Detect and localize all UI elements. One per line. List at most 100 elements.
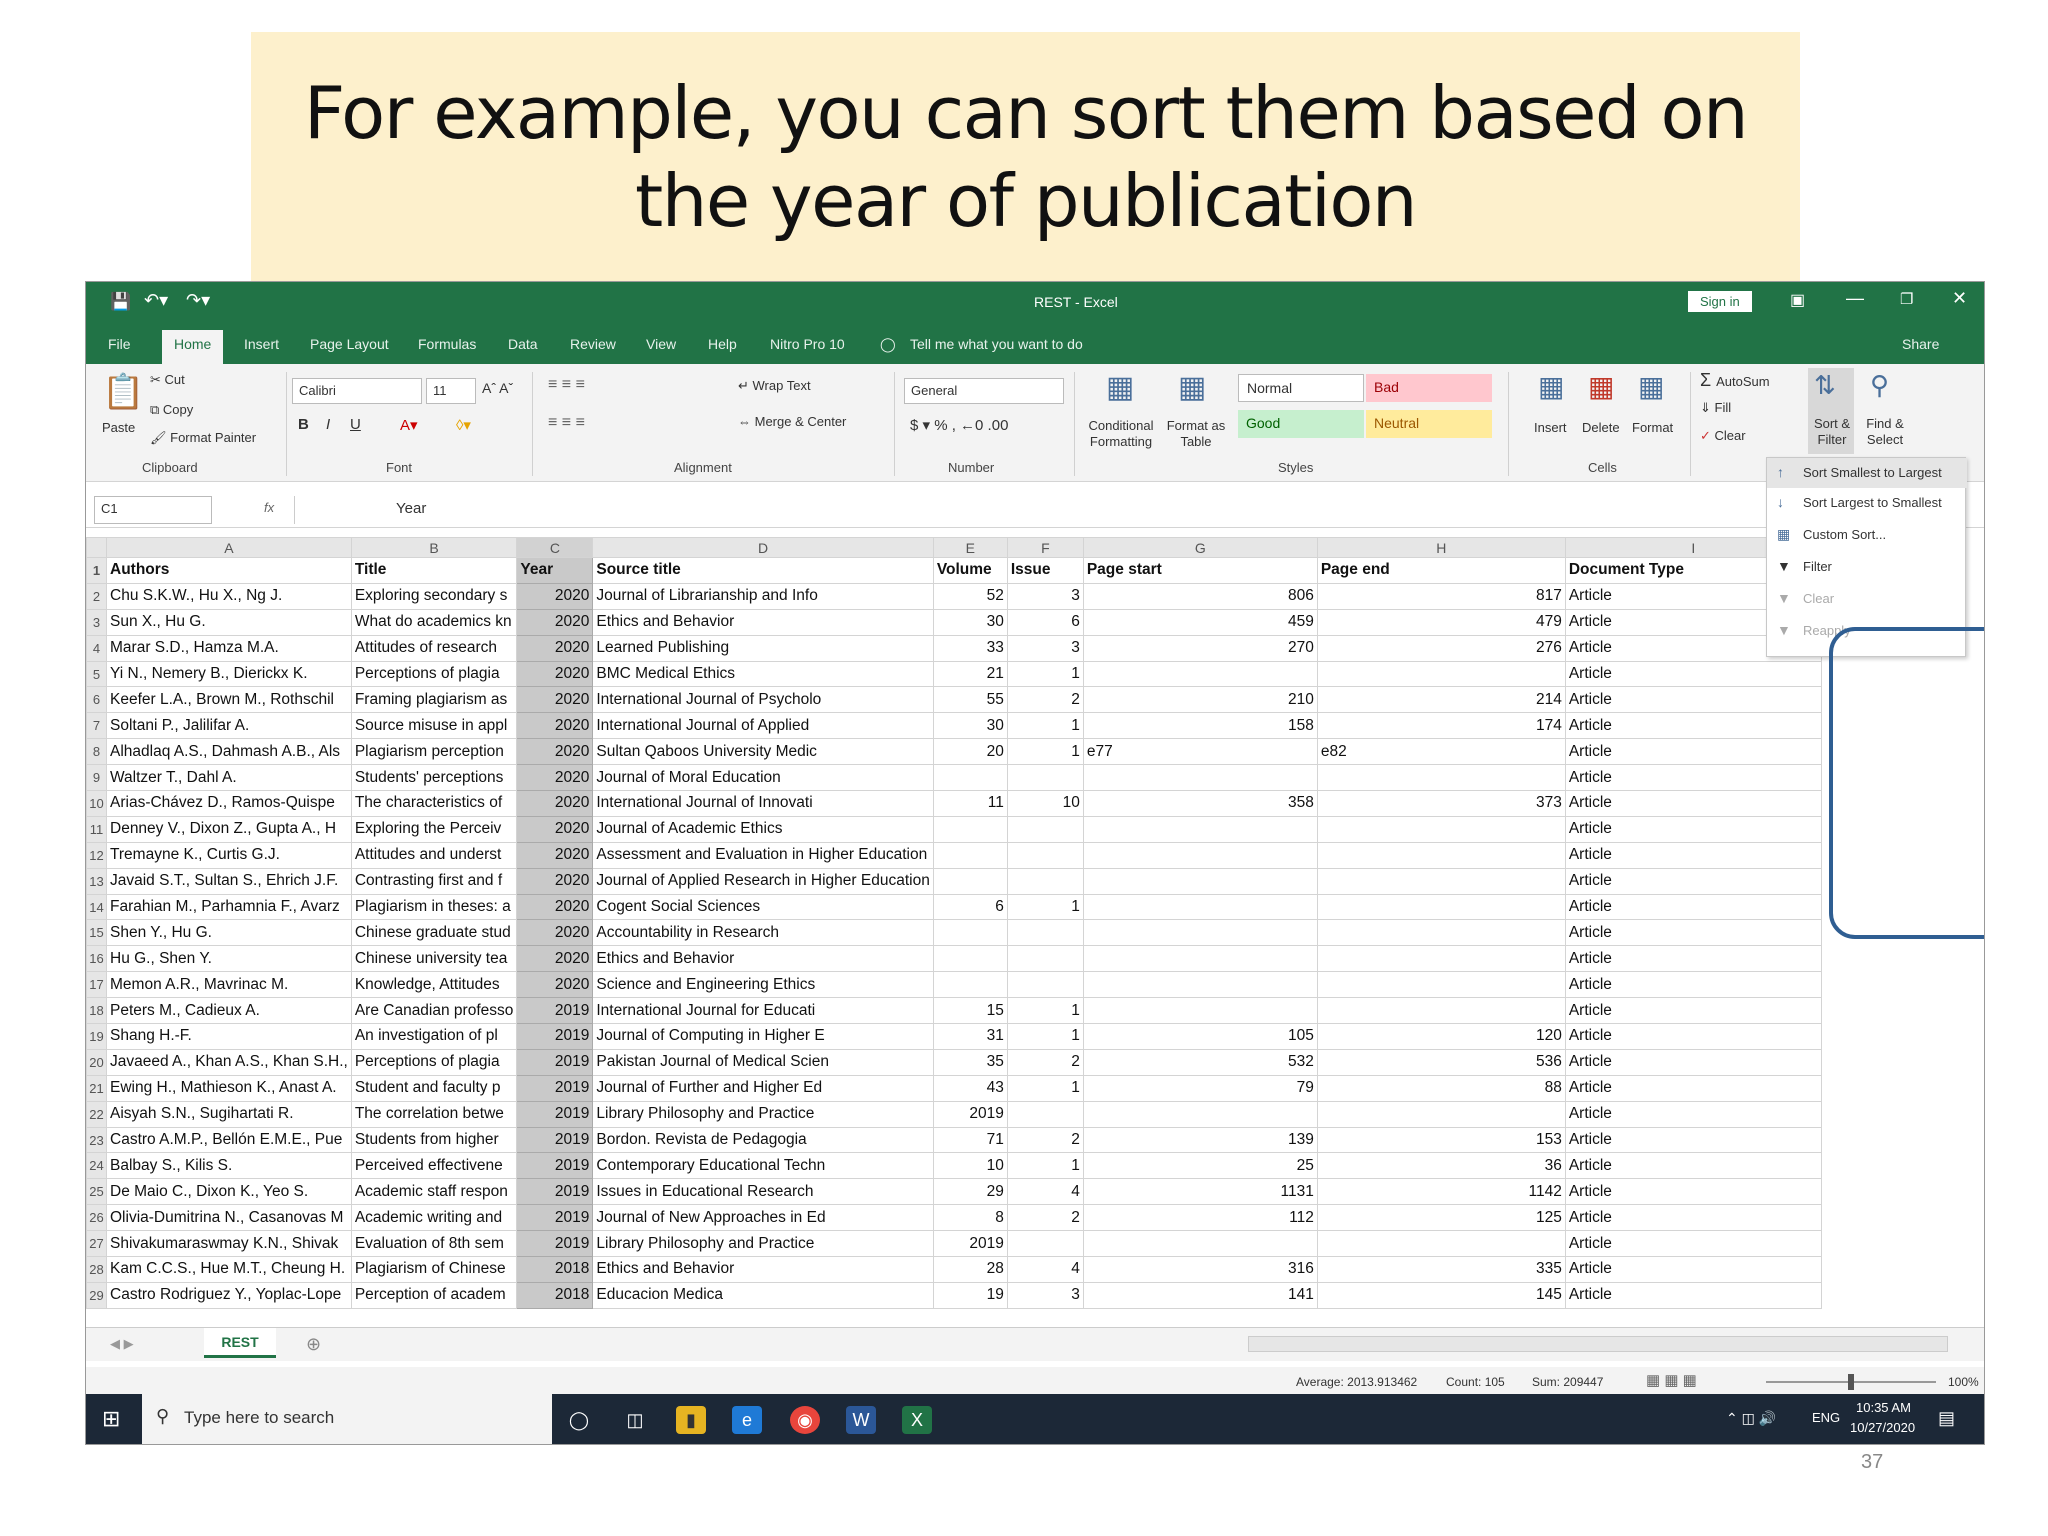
- cell[interactable]: [1082, 764, 1318, 792]
- row-number[interactable]: 29: [86, 1281, 107, 1309]
- cell[interactable]: Ethics and Behavior: [592, 1256, 934, 1283]
- row-number[interactable]: 4: [86, 634, 107, 662]
- row-number[interactable]: 13: [86, 867, 107, 895]
- underline-button[interactable]: U: [350, 416, 361, 433]
- formula-input[interactable]: Year: [396, 500, 426, 517]
- cell[interactable]: 30: [932, 608, 1008, 636]
- cell[interactable]: 806: [1082, 582, 1318, 610]
- font-color-icon[interactable]: A▾: [400, 416, 418, 434]
- cell[interactable]: Tremayne K., Curtis G.J.: [106, 841, 352, 869]
- cell[interactable]: International Journal of Psycholo: [592, 686, 934, 714]
- menu-sort-asc[interactable]: ↑ Sort Smallest to Largest: [1767, 458, 1967, 488]
- cell[interactable]: Bordon. Revista de Pedagogia: [592, 1126, 934, 1154]
- cell[interactable]: Are Canadian professo: [350, 997, 518, 1025]
- cell[interactable]: 1: [1006, 893, 1084, 921]
- cell[interactable]: Article: [1564, 738, 1822, 766]
- cell[interactable]: [1082, 893, 1318, 921]
- cell[interactable]: Chinese graduate stud: [350, 919, 518, 947]
- cell[interactable]: [1006, 1230, 1084, 1258]
- cell[interactable]: 1142: [1316, 1178, 1566, 1206]
- zoom-slider-thumb[interactable]: [1848, 1374, 1854, 1390]
- insert-cells-button[interactable]: Insert: [1534, 420, 1567, 435]
- cell[interactable]: International Journal of Applied: [592, 712, 934, 740]
- cell[interactable]: Issues in Educational Research: [592, 1178, 934, 1206]
- cell[interactable]: Balbay S., Kilis S.: [106, 1152, 352, 1180]
- column-header[interactable]: E: [932, 537, 1008, 558]
- cell[interactable]: Article: [1564, 841, 1822, 869]
- save-icon[interactable]: 💾: [110, 292, 131, 312]
- cell[interactable]: Contemporary Educational Techn: [592, 1152, 934, 1180]
- cell[interactable]: Cogent Social Sciences: [592, 893, 934, 921]
- excel-icon[interactable]: X: [902, 1406, 932, 1434]
- row-number[interactable]: 15: [86, 919, 107, 947]
- cell[interactable]: Perceptions of plagia: [350, 660, 518, 688]
- header-cell[interactable]: Year: [516, 557, 594, 584]
- header-cell[interactable]: Volume: [932, 557, 1008, 584]
- cell[interactable]: Olivia-Dumitrina N., Casanovas M: [106, 1204, 352, 1232]
- row-number[interactable]: 18: [86, 997, 107, 1025]
- cell[interactable]: [932, 841, 1008, 869]
- cell[interactable]: 1: [1006, 997, 1084, 1025]
- notifications-icon[interactable]: ▤: [1938, 1408, 1955, 1429]
- cell[interactable]: 28: [932, 1256, 1008, 1283]
- cell[interactable]: Soltani P., Jalilifar A.: [106, 712, 352, 740]
- cell[interactable]: [1316, 815, 1566, 843]
- sheet-tab-rest[interactable]: REST: [204, 1328, 276, 1358]
- cell[interactable]: 2: [1006, 1126, 1084, 1154]
- cell[interactable]: 2020: [516, 634, 594, 662]
- cell[interactable]: 2020: [516, 764, 594, 792]
- cell[interactable]: Student and faculty p: [350, 1074, 518, 1102]
- cell[interactable]: Article: [1564, 1178, 1822, 1206]
- cell[interactable]: 335: [1316, 1256, 1566, 1283]
- cell[interactable]: [1006, 815, 1084, 843]
- cell[interactable]: Journal of Librarianship and Info: [592, 582, 934, 610]
- style-bad[interactable]: Bad: [1366, 374, 1492, 402]
- cell[interactable]: Castro A.M.P., Bellón E.M.E., Pue: [106, 1126, 352, 1154]
- cell[interactable]: Journal of Computing in Higher E: [592, 1023, 934, 1050]
- cell[interactable]: 1131: [1082, 1178, 1318, 1206]
- ribbon-display-icon[interactable]: ▣: [1790, 290, 1805, 310]
- cell[interactable]: [1082, 945, 1318, 973]
- cell[interactable]: [1316, 919, 1566, 947]
- cell[interactable]: Pakistan Journal of Medical Scien: [592, 1048, 934, 1076]
- windows-start-icon[interactable]: ⊞: [102, 1406, 120, 1432]
- cell[interactable]: Article: [1564, 1204, 1822, 1232]
- cell[interactable]: Knowledge, Attitudes: [350, 971, 518, 999]
- cell[interactable]: [1006, 1100, 1084, 1128]
- cell[interactable]: Article: [1564, 764, 1822, 792]
- cell[interactable]: 2020: [516, 582, 594, 610]
- font-grow-shrink-icon[interactable]: Aˆ Aˇ: [482, 380, 513, 396]
- cell[interactable]: Journal of New Approaches in Ed: [592, 1204, 934, 1232]
- header-cell[interactable]: Authors: [106, 557, 352, 584]
- cell[interactable]: 21: [932, 660, 1008, 688]
- horizontal-scrollbar[interactable]: [1248, 1336, 1948, 1352]
- header-cell[interactable]: Page end: [1316, 557, 1566, 584]
- row-number[interactable]: 11: [86, 815, 107, 843]
- chrome-icon[interactable]: ◉: [790, 1406, 820, 1434]
- cell[interactable]: [1006, 971, 1084, 999]
- cell[interactable]: 2020: [516, 945, 594, 973]
- cell[interactable]: [932, 919, 1008, 947]
- cell[interactable]: The correlation betwe: [350, 1100, 518, 1128]
- cell[interactable]: [1082, 919, 1318, 947]
- italic-button[interactable]: I: [326, 416, 330, 433]
- row-number[interactable]: 2: [86, 582, 107, 610]
- tab-page-layout[interactable]: Page Layout: [310, 336, 389, 352]
- cell[interactable]: 2019: [516, 1204, 594, 1232]
- align-left-icons[interactable]: ≡ ≡ ≡: [548, 414, 585, 432]
- cell[interactable]: Marar S.D., Hamza M.A.: [106, 634, 352, 662]
- column-header[interactable]: D: [592, 537, 934, 558]
- column-header[interactable]: G: [1082, 537, 1318, 558]
- cell[interactable]: Perception of academ: [350, 1281, 518, 1309]
- cell[interactable]: 158: [1082, 712, 1318, 740]
- cell[interactable]: 214: [1316, 686, 1566, 714]
- row-number[interactable]: 16: [86, 945, 107, 973]
- word-icon[interactable]: W: [846, 1406, 876, 1434]
- column-header[interactable]: A: [106, 537, 352, 558]
- cell[interactable]: 2019: [516, 997, 594, 1025]
- row-number[interactable]: 12: [86, 841, 107, 869]
- cell[interactable]: 2020: [516, 919, 594, 947]
- edge-icon[interactable]: e: [732, 1406, 762, 1434]
- cell[interactable]: 36: [1316, 1152, 1566, 1180]
- cell[interactable]: [1316, 867, 1566, 895]
